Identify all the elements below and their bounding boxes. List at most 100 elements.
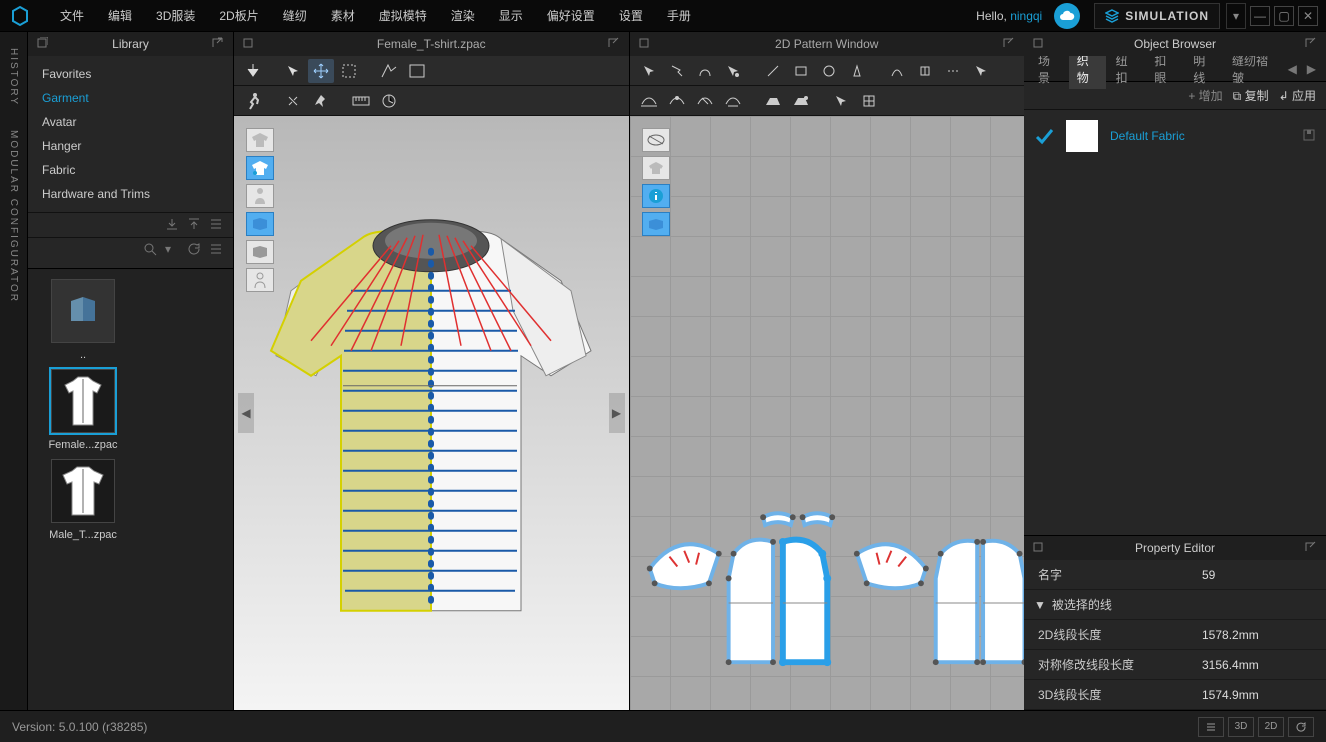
- tool-measure-icon[interactable]: [348, 89, 374, 113]
- 2d-garment-icon[interactable]: [642, 156, 670, 180]
- tool2d-dart-icon[interactable]: [844, 59, 870, 83]
- menu-preferences[interactable]: 偏好设置: [535, 0, 607, 32]
- popout-icon[interactable]: [638, 37, 652, 51]
- tool2d-grid-icon[interactable]: [856, 89, 882, 113]
- menu-avatar[interactable]: 虚拟模特: [367, 0, 439, 32]
- tool2d-iron2-icon[interactable]: [788, 89, 814, 113]
- tab-history[interactable]: HISTORY: [8, 48, 19, 106]
- tool-select-icon[interactable]: [280, 59, 306, 83]
- search-icon[interactable]: [143, 242, 159, 258]
- menu-manual[interactable]: 手册: [655, 0, 703, 32]
- tool2d-cursor-icon[interactable]: [968, 59, 994, 83]
- window-minimize[interactable]: —: [1250, 6, 1270, 26]
- status-2d-button[interactable]: 2D: [1258, 717, 1284, 737]
- tool-avatar-run-icon[interactable]: [240, 89, 266, 113]
- lib-item-favorites[interactable]: Favorites: [28, 62, 233, 86]
- tool2d-notch-icon[interactable]: [912, 59, 938, 83]
- tool-simulate-icon[interactable]: [240, 59, 266, 83]
- popout-icon-2[interactable]: [211, 37, 225, 51]
- tool2d-point-icon[interactable]: [664, 59, 690, 83]
- tool-pin-icon[interactable]: [280, 89, 306, 113]
- popout-icon[interactable]: [1032, 541, 1046, 555]
- popout-icon-2[interactable]: [607, 37, 621, 51]
- tool-tape-icon[interactable]: [376, 89, 402, 113]
- 2d-info-icon[interactable]: [642, 184, 670, 208]
- 3d-viewport[interactable]: ◀ ▶: [234, 116, 629, 710]
- thumb-female-tshirt[interactable]: Female...zpac: [38, 369, 128, 451]
- popout-icon[interactable]: [36, 37, 50, 51]
- lib-item-hardware[interactable]: Hardware and Trims: [28, 182, 233, 206]
- check-icon[interactable]: [1034, 126, 1054, 146]
- status-settings-icon[interactable]: [1198, 717, 1224, 737]
- tool-rect-icon[interactable]: [404, 59, 430, 83]
- popout-icon-2[interactable]: [1304, 37, 1318, 51]
- tool2d-sew2-icon[interactable]: [664, 89, 690, 113]
- menu-2d-pattern[interactable]: 2D板片: [207, 0, 270, 32]
- tool2d-arrow-icon[interactable]: [828, 89, 854, 113]
- status-3d-button[interactable]: 3D: [1228, 717, 1254, 737]
- tool2d-addpoint-icon[interactable]: [720, 59, 746, 83]
- apply-button[interactable]: ↲ 应用: [1279, 87, 1316, 104]
- tool2d-sew3-icon[interactable]: [692, 89, 718, 113]
- window-maximize[interactable]: ▢: [1274, 6, 1294, 26]
- menu-edit[interactable]: 编辑: [96, 0, 144, 32]
- tool-move-icon[interactable]: [308, 59, 334, 83]
- tool-lasso-icon[interactable]: [376, 59, 402, 83]
- tab-modular-configurator[interactable]: MODULAR CONFIGURATOR: [8, 130, 19, 303]
- menu-sewing[interactable]: 缝纫: [271, 0, 319, 32]
- tool2d-line-icon[interactable]: [760, 59, 786, 83]
- fabric-swatch[interactable]: [1066, 120, 1098, 152]
- popout-icon[interactable]: [1032, 37, 1046, 51]
- search-dropdown-icon[interactable]: ▾: [165, 242, 181, 258]
- lib-item-hanger[interactable]: Hanger: [28, 134, 233, 158]
- prop-value[interactable]: 3156.4mm: [1202, 658, 1312, 672]
- import-icon[interactable]: [165, 217, 181, 233]
- add-button[interactable]: + 增加: [1188, 87, 1222, 104]
- save-swatch-icon[interactable]: [1302, 128, 1316, 145]
- tool2d-sew1-icon[interactable]: [636, 89, 662, 113]
- export-icon[interactable]: [187, 217, 203, 233]
- grid-icon[interactable]: [209, 242, 225, 258]
- window-close[interactable]: ✕: [1298, 6, 1318, 26]
- 2d-thick-icon[interactable]: [642, 212, 670, 236]
- tool2d-seam-icon[interactable]: [940, 59, 966, 83]
- tool2d-curve-icon[interactable]: [692, 59, 718, 83]
- popout-icon-2[interactable]: [1304, 541, 1318, 555]
- object-row[interactable]: Default Fabric: [1034, 120, 1316, 152]
- tool2d-iron-icon[interactable]: [760, 89, 786, 113]
- menu-3d-garment[interactable]: 3D服装: [144, 0, 207, 32]
- lib-item-fabric[interactable]: Fabric: [28, 158, 233, 182]
- shade-texture-icon[interactable]: [246, 156, 274, 180]
- user-name[interactable]: ningqi: [1010, 9, 1042, 23]
- thumb-parent-folder[interactable]: ..: [38, 279, 128, 361]
- tool2d-rect-icon[interactable]: [788, 59, 814, 83]
- tool-box-select-icon[interactable]: [336, 59, 362, 83]
- tool-tack-icon[interactable]: [308, 89, 334, 113]
- prop-value[interactable]: 59: [1202, 568, 1312, 582]
- menu-render[interactable]: 渲染: [439, 0, 487, 32]
- menu-file[interactable]: 文件: [48, 0, 96, 32]
- thumb-male-tshirt[interactable]: Male_T...zpac: [38, 459, 128, 541]
- lib-item-garment[interactable]: Garment: [28, 86, 233, 110]
- menu-display[interactable]: 显示: [487, 0, 535, 32]
- menu-settings[interactable]: 设置: [607, 0, 655, 32]
- popout-icon-2[interactable]: [1002, 37, 1016, 51]
- prop-group-selected-lines[interactable]: ▼ 被选择的线: [1024, 590, 1326, 620]
- shade-garment-icon[interactable]: [246, 128, 274, 152]
- cloud-button[interactable]: [1054, 3, 1080, 29]
- tabs-next-icon[interactable]: ▶: [1303, 62, 1320, 76]
- list-icon[interactable]: [209, 217, 225, 233]
- tool2d-sew4-icon[interactable]: [720, 89, 746, 113]
- refresh-icon[interactable]: [187, 242, 203, 258]
- popout-icon[interactable]: [242, 37, 256, 51]
- lib-item-avatar[interactable]: Avatar: [28, 110, 233, 134]
- prop-value[interactable]: 1574.9mm: [1202, 688, 1312, 702]
- status-refresh-icon[interactable]: [1288, 717, 1314, 737]
- 2d-hide-icon[interactable]: [642, 128, 670, 152]
- tool2d-trace-icon[interactable]: [884, 59, 910, 83]
- tabs-prev-icon[interactable]: ◀: [1284, 62, 1301, 76]
- simulation-dropdown[interactable]: ▾: [1226, 3, 1246, 29]
- fabric-name[interactable]: Default Fabric: [1110, 129, 1185, 143]
- 2d-viewport[interactable]: [630, 116, 1025, 710]
- tool2d-circle-icon[interactable]: [816, 59, 842, 83]
